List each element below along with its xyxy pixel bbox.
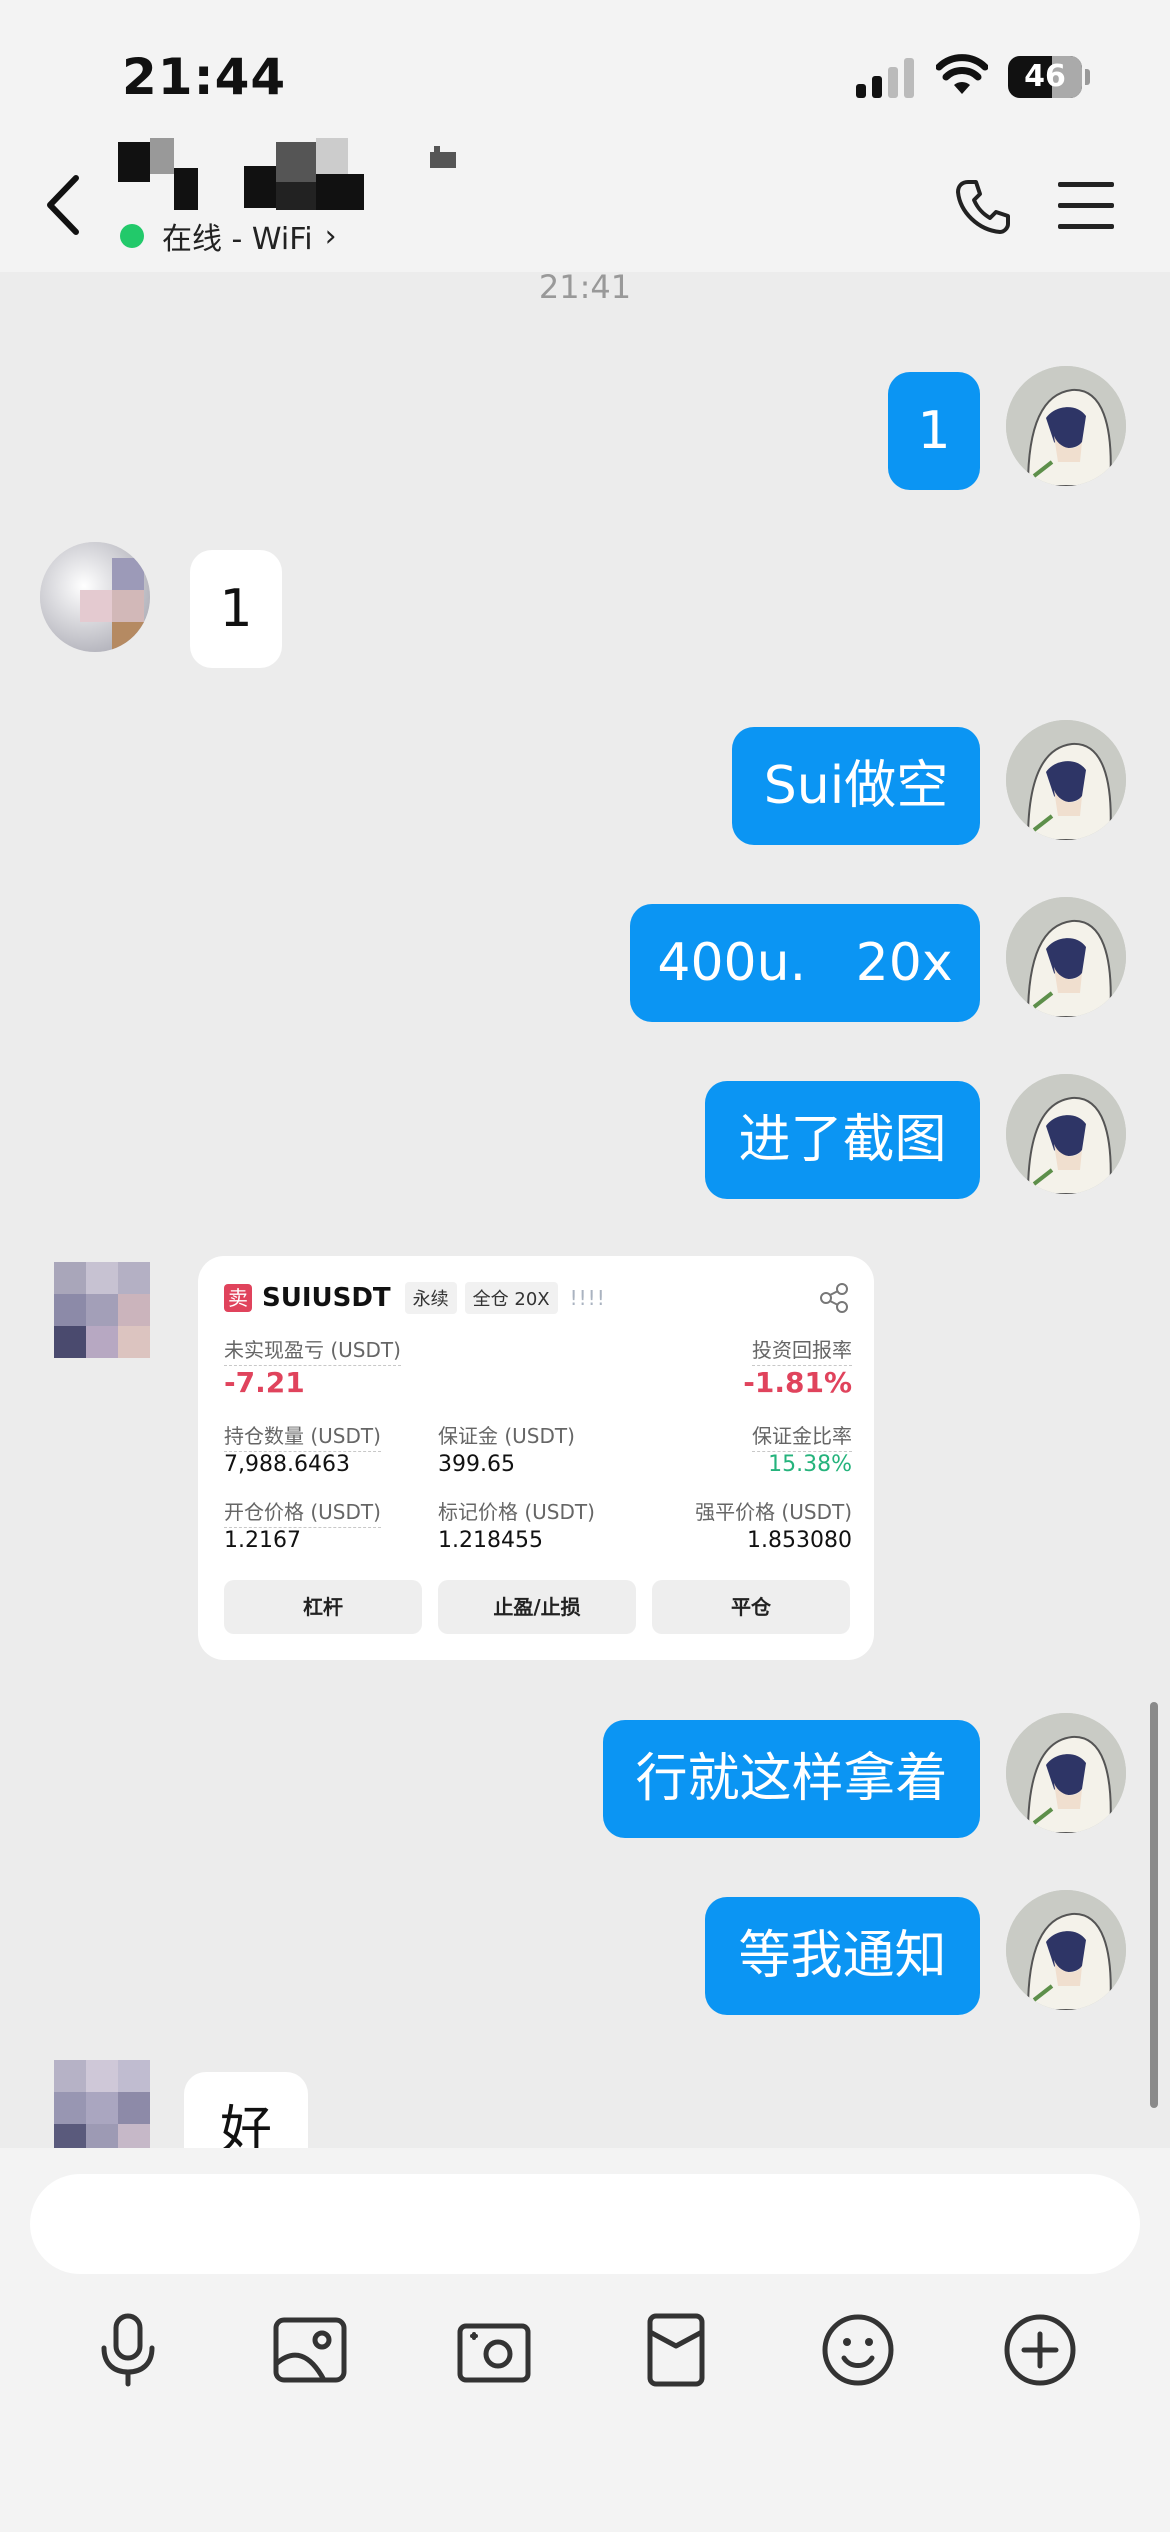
share-icon bbox=[820, 1283, 848, 1313]
close-position-button: 平仓 bbox=[652, 1580, 850, 1634]
message-bubble-sent[interactable]: 行就这样拿着 bbox=[603, 1720, 980, 1838]
hooded-character-avatar-icon bbox=[1006, 720, 1126, 840]
message-bubble-sent[interactable]: 等我通知 bbox=[705, 1897, 980, 2015]
red-envelope-icon[interactable] bbox=[636, 2310, 716, 2390]
my-avatar[interactable] bbox=[1006, 1713, 1126, 1833]
back-arrow-icon[interactable] bbox=[40, 170, 86, 240]
battery-level: 46 bbox=[1024, 59, 1066, 94]
my-avatar[interactable] bbox=[1006, 366, 1126, 486]
entry-price-label: 开仓价格 (USDT) bbox=[224, 1496, 381, 1528]
message-bubble-received[interactable]: 1 bbox=[190, 550, 282, 668]
contact-avatar[interactable] bbox=[54, 2060, 150, 2148]
roi-label: 投资回报率 bbox=[752, 1334, 852, 1366]
my-avatar[interactable] bbox=[1006, 1074, 1126, 1194]
my-avatar[interactable] bbox=[1006, 897, 1126, 1017]
mark-price-value: 1.218455 bbox=[438, 1528, 543, 1553]
tpsl-button: 止盈/止损 bbox=[438, 1580, 636, 1634]
contact-avatar[interactable] bbox=[40, 542, 150, 652]
margin-ratio-label: 保证金比率 bbox=[752, 1420, 852, 1452]
message-bubble-received[interactable]: 好 bbox=[184, 2072, 308, 2148]
message-bubble-sent[interactable]: 1 bbox=[888, 372, 980, 490]
contact-avatar[interactable] bbox=[54, 1262, 150, 1358]
hooded-character-avatar-icon bbox=[1006, 366, 1126, 486]
my-avatar[interactable] bbox=[1006, 1890, 1126, 2010]
message-input[interactable] bbox=[30, 2174, 1140, 2274]
menu-icon[interactable] bbox=[1058, 180, 1114, 232]
roi-value: -1.81% bbox=[743, 1366, 852, 1399]
hooded-character-avatar-icon bbox=[1006, 1890, 1126, 2010]
battery-indicator: 46 bbox=[1008, 56, 1090, 98]
wifi-icon bbox=[936, 54, 988, 94]
contact-name-redacted bbox=[118, 138, 456, 210]
hooded-character-avatar-icon bbox=[1006, 1713, 1126, 1833]
hooded-character-avatar-icon bbox=[1006, 1074, 1126, 1194]
position-qty-value: 7,988.6463 bbox=[224, 1452, 350, 1477]
microphone-icon[interactable] bbox=[88, 2310, 168, 2390]
message-timestamp: 21:41 bbox=[538, 268, 632, 306]
message-bubble-sent[interactable]: 400u. 20x bbox=[630, 904, 980, 1022]
camera-icon[interactable] bbox=[454, 2310, 534, 2390]
chevron-right-icon: › bbox=[324, 218, 337, 254]
entry-price-value: 1.2167 bbox=[224, 1528, 301, 1553]
perpetual-tag: 永续 bbox=[404, 1282, 457, 1314]
margin-value: 399.65 bbox=[438, 1452, 515, 1477]
leverage-button: 杠杆 bbox=[224, 1580, 422, 1634]
presence-status[interactable]: 在线 - WiFi › bbox=[120, 216, 337, 257]
liq-price-label: 强平价格 (USDT) bbox=[695, 1500, 852, 1524]
phone-call-icon[interactable] bbox=[954, 176, 1014, 236]
my-avatar[interactable] bbox=[1006, 720, 1126, 840]
margin-label: 保证金 (USDT) bbox=[438, 1424, 575, 1448]
position-qty-label: 持仓数量 (USDT) bbox=[224, 1420, 381, 1452]
position-screenshot-card[interactable]: 卖 SUIUSDT 永续 全仓 20X !!!! 未实现盈亏 (USDT) -7… bbox=[198, 1256, 874, 1660]
plus-icon[interactable] bbox=[1000, 2310, 1080, 2390]
hooded-character-avatar-icon bbox=[1006, 897, 1126, 1017]
margin-mode-tag: 全仓 20X bbox=[464, 1282, 558, 1314]
status-time: 21:44 bbox=[122, 48, 287, 106]
message-bubble-sent[interactable]: 进了截图 bbox=[705, 1081, 980, 1199]
presence-text: 在线 - WiFi bbox=[162, 222, 313, 257]
signal-bars-icon: !!!! bbox=[569, 1286, 606, 1310]
position-header: 卖 SUIUSDT 永续 全仓 20X !!!! bbox=[224, 1280, 606, 1316]
emoji-icon[interactable] bbox=[818, 2310, 898, 2390]
cellular-signal-icon bbox=[856, 58, 914, 98]
margin-ratio-value: 15.38% bbox=[768, 1452, 852, 1477]
liq-price-value: 1.853080 bbox=[747, 1528, 852, 1553]
online-dot-icon bbox=[120, 224, 144, 248]
unrealized-pnl-label: 未实现盈亏 (USDT) bbox=[224, 1334, 401, 1366]
image-icon[interactable] bbox=[270, 2310, 350, 2390]
sell-tag: 卖 bbox=[224, 1284, 252, 1312]
message-bubble-sent[interactable]: Sui做空 bbox=[732, 727, 980, 845]
scrollbar[interactable] bbox=[1150, 1702, 1158, 2108]
mark-price-label: 标记价格 (USDT) bbox=[438, 1500, 595, 1524]
symbol: SUIUSDT bbox=[262, 1283, 391, 1313]
unrealized-pnl-value: -7.21 bbox=[224, 1366, 305, 1399]
